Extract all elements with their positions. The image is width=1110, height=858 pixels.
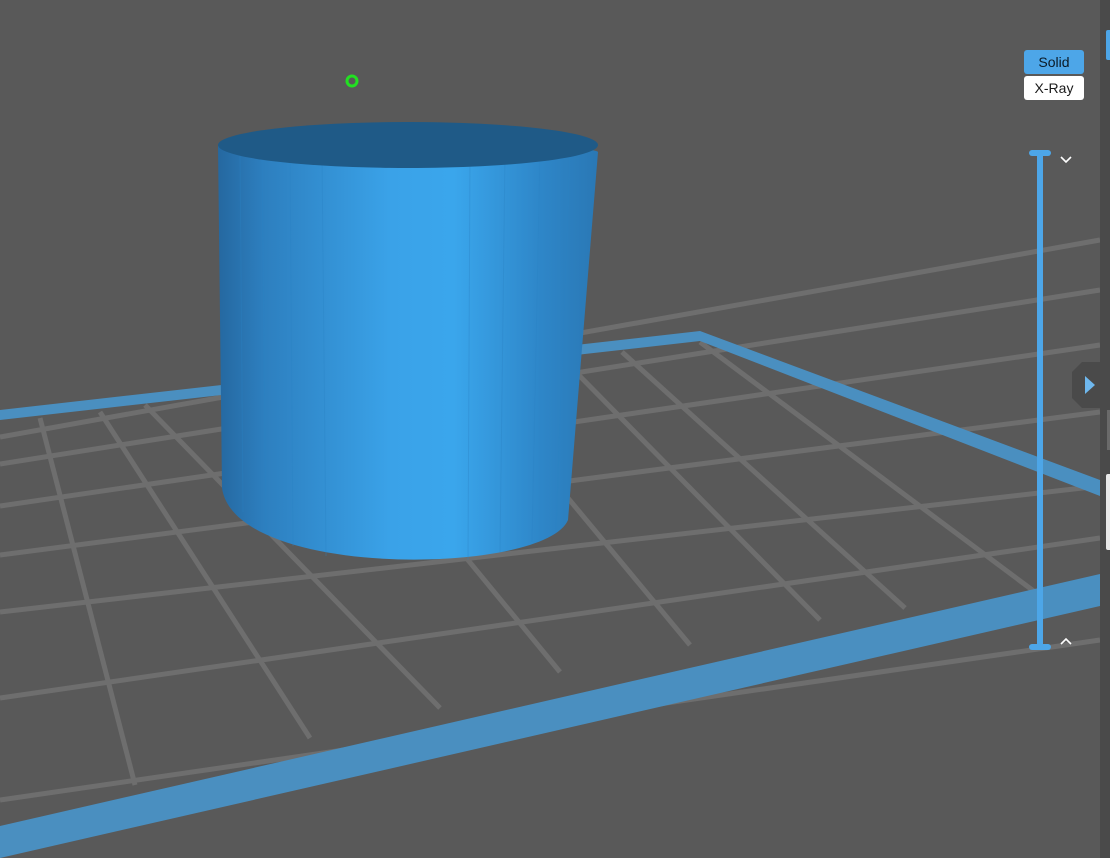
right-panel-card[interactable]: [1106, 474, 1110, 550]
3d-viewport[interactable]: Solid X-Ray: [0, 0, 1110, 858]
slider-track[interactable]: [1037, 154, 1043, 648]
right-panel-tab-accent[interactable]: [1106, 30, 1110, 60]
circle-marker-icon[interactable]: [345, 74, 359, 88]
solid-view-button[interactable]: Solid: [1024, 50, 1084, 74]
chevron-down-icon[interactable]: [1056, 152, 1076, 168]
cylinder-model[interactable]: [217, 122, 598, 561]
slider-top-handle[interactable]: [1029, 150, 1051, 156]
xray-view-button[interactable]: X-Ray: [1024, 76, 1084, 100]
panel-toggle-button[interactable]: [1072, 362, 1110, 408]
chevron-up-icon[interactable]: [1056, 633, 1076, 649]
slider-bottom-handle[interactable]: [1029, 644, 1051, 650]
build-plate-scene[interactable]: [0, 0, 1110, 858]
layer-range-slider[interactable]: [1028, 150, 1052, 652]
